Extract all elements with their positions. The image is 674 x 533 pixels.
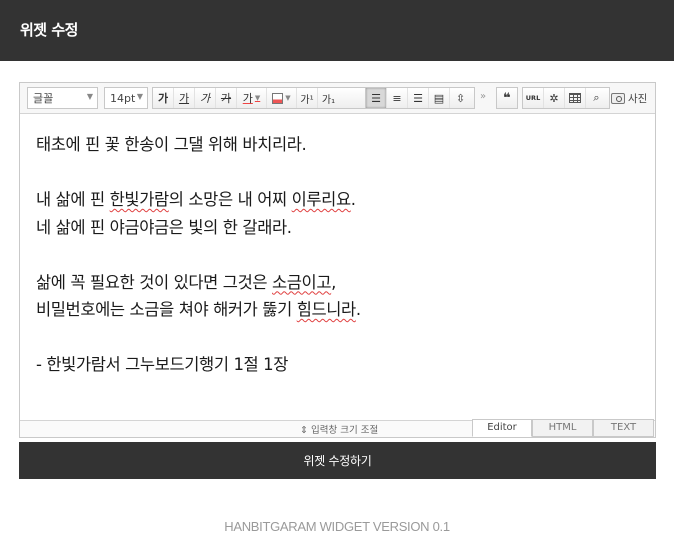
highlight-color-button[interactable]: ▼	[267, 88, 297, 108]
page-title: 위젯 수정	[20, 21, 78, 39]
version-footer: HANBITGARAM WIDGET VERSION 0.1	[224, 519, 450, 533]
text-format-group: 가 가 가 가 가 ▼ ▼ 가¹ 가₁	[152, 87, 373, 109]
doc-text: ,	[331, 272, 336, 292]
insert-photo-button[interactable]: 사진	[611, 89, 647, 107]
editor-document[interactable]: 태초에 핀 꽃 한송이 그댈 위해 바치리라. 내 삶에 핀 한빛가람의 소망은…	[36, 131, 636, 379]
superscript-button[interactable]: 가¹	[297, 88, 318, 108]
chevron-down-icon: ▼	[86, 92, 93, 101]
spellcheck-word: 한빛가람	[109, 190, 170, 209]
align-left-button[interactable]: ☰	[366, 88, 387, 108]
font-family-value: 글꼴	[33, 92, 54, 105]
alignment-group: ☰ ≡ ☰ ▤ ⇳	[365, 87, 475, 109]
subscript-button[interactable]: 가₁	[318, 88, 339, 108]
underline-button[interactable]: 가	[174, 88, 195, 108]
line-height-icon: ⇳	[455, 91, 466, 105]
table-button[interactable]	[565, 88, 586, 108]
doc-line	[36, 324, 636, 352]
doc-text: 의 소망은 내 어찌	[168, 190, 292, 209]
bold-button[interactable]: 가	[153, 88, 174, 108]
resize-handle[interactable]: ⇕ 입력창 크기 조절	[300, 422, 378, 436]
editor-statusbar: ⇕ 입력창 크기 조절 Editor HTML TEXT	[20, 419, 655, 437]
rich-text-editor: 글꼴 ▼ 14pt ▼ 가 가 가 가 가 ▼ ▼ 가¹ 가₁ ☰ ≡ ☰ ▤ ⇳…	[19, 82, 656, 438]
doc-line: 네 삶에 핀 야금야금은 빛의 한 갈래라.	[36, 217, 292, 237]
doc-text: .	[355, 300, 361, 319]
doc-line: 삶에 꼭 필요한 것이 있다면 그것은 소금이고,	[36, 269, 636, 297]
doc-text: 삶에 꼭 필요한 것이 있다면 그것은	[36, 272, 272, 292]
chevron-down-icon: ▼	[285, 94, 291, 102]
tab-editor[interactable]: Editor	[472, 419, 532, 437]
font-family-select[interactable]: 글꼴 ▼	[27, 87, 98, 109]
align-right-button[interactable]: ☰	[408, 88, 429, 108]
photo-label: 사진	[628, 92, 648, 105]
align-right-icon: ☰	[413, 91, 423, 105]
doc-line	[36, 159, 636, 187]
camera-icon	[611, 92, 625, 104]
strikethrough-button[interactable]: 가	[216, 88, 237, 108]
align-left-icon: ☰	[371, 91, 381, 105]
doc-line: 비밀번호에는 소금을 쳐야 해커가 뚫기 힘드니라.	[36, 296, 636, 324]
page-header: 위젯 수정	[0, 0, 674, 61]
font-size-value: 14pt	[110, 91, 136, 105]
doc-line: 태초에 핀 꽃 한송이 그댈 위해 바치리라.	[36, 135, 307, 154]
editor-toolbar: 글꼴 ▼ 14pt ▼ 가 가 가 가 가 ▼ ▼ 가¹ 가₁ ☰ ≡ ☰ ▤ ⇳…	[20, 83, 655, 114]
spellcheck-word: 소금이고	[272, 272, 332, 292]
submit-widget-button[interactable]: 위젯 수정하기	[19, 442, 656, 479]
chevron-down-icon: ▼	[254, 94, 261, 102]
font-color-button[interactable]: 가 ▼	[237, 88, 267, 108]
spellcheck-word: 이루리요	[291, 190, 352, 209]
table-icon	[569, 93, 581, 103]
tab-text[interactable]: TEXT	[593, 419, 654, 437]
align-center-button[interactable]: ≡	[387, 88, 408, 108]
link-button[interactable]: URL	[523, 88, 544, 108]
quote-button[interactable]: ❝	[496, 87, 518, 109]
font-color-label: 가	[242, 92, 253, 105]
doc-line: - 한빛가람서 그누보드기행기 1절 1장	[36, 355, 289, 374]
align-justify-button[interactable]: ▤	[429, 88, 450, 108]
tab-html[interactable]: HTML	[532, 419, 593, 437]
quote-icon: ❝	[503, 90, 511, 106]
font-size-select[interactable]: 14pt ▼	[104, 87, 148, 109]
align-center-icon: ≡	[392, 91, 402, 105]
doc-line	[36, 241, 636, 269]
doc-text: .	[350, 190, 356, 209]
line-height-button[interactable]: ⇳	[450, 88, 471, 108]
find-button[interactable]: ⌕	[586, 88, 607, 108]
doc-text: 비밀번호에는 소금을 쳐야 해커가 뚫기	[36, 300, 297, 319]
highlighter-icon	[272, 92, 284, 104]
italic-button[interactable]: 가	[195, 88, 216, 108]
more-tools-button[interactable]: »	[480, 91, 486, 102]
special-char-button[interactable]: ✲	[544, 88, 565, 108]
asterisk-icon: ✲	[549, 91, 559, 105]
doc-line: 내 삶에 핀 한빛가람의 소망은 내 어찌 이루리요.	[36, 186, 636, 214]
chevron-down-icon: ▼	[136, 92, 143, 101]
insert-group: URL ✲ ⌕	[522, 87, 610, 109]
spellcheck-word: 힘드니라	[296, 300, 357, 319]
search-icon: ⌕	[593, 91, 600, 104]
doc-text: 내 삶에 핀	[36, 190, 110, 209]
align-justify-icon: ▤	[433, 91, 445, 105]
